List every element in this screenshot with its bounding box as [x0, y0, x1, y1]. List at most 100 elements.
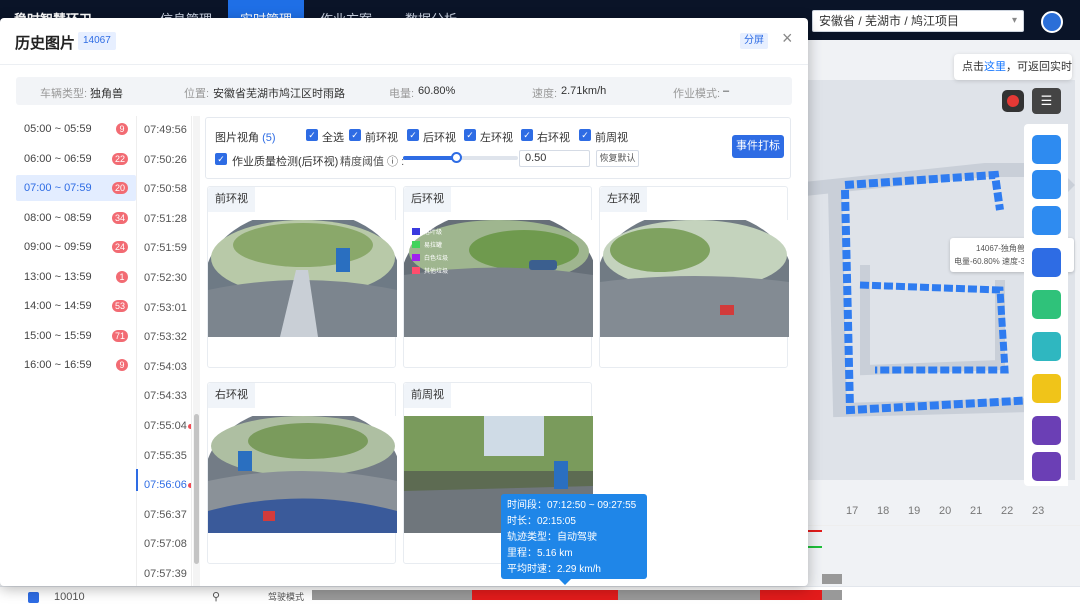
globe-icon[interactable]	[1032, 452, 1061, 481]
reset-default-button[interactable]: 恢复默认	[596, 150, 639, 167]
timestamp-item[interactable]: 07:51:59	[144, 242, 187, 254]
split-screen-button[interactable]: 分屏	[740, 33, 768, 49]
timestamp-item[interactable]: 07:57:39	[144, 568, 187, 580]
timestamp-item[interactable]: 07:55:35	[144, 450, 187, 462]
text-tool-icon[interactable]	[1032, 290, 1061, 319]
vehicle-card-icon[interactable]	[1032, 135, 1061, 164]
hour-range-item[interactable]: 05:00 ~ 05:59 9	[16, 116, 136, 142]
timestamp-item[interactable]: 07:50:58	[144, 183, 187, 195]
timestamp-label: 07:49:56	[144, 124, 187, 136]
close-icon[interactable]: ×	[782, 28, 793, 49]
fisheye-image-left[interactable]	[600, 220, 789, 337]
timestamp-item[interactable]: 07:54:03	[144, 361, 187, 373]
phone-icon[interactable]	[1032, 332, 1061, 361]
fisheye-image-front[interactable]	[208, 220, 397, 337]
hour-range-label: 14:00 ~ 14:59	[24, 300, 92, 312]
row-checkbox[interactable]	[28, 592, 39, 603]
user-avatar[interactable]	[1041, 11, 1063, 33]
hour-range-item[interactable]: 15:00 ~ 15:59 71	[16, 323, 136, 349]
region-selector[interactable]: 安徽省 / 芜湖市 / 鸠江项目 ▾	[812, 10, 1024, 32]
precision-slider-handle[interactable]	[450, 152, 462, 163]
settings-slider-icon[interactable]: ☰	[1032, 88, 1061, 114]
image-card-front[interactable]: 前环视	[207, 186, 397, 368]
history-images-dialog: 历史图片 14067 分屏 × 车辆类型: 独角兽 位置: 安徽省芜湖市鸠江区时…	[0, 18, 808, 586]
timeline-hour-scale: 17 18 19 20 21 22 23	[808, 500, 1080, 520]
realtime-return-hint: 点击这里，可返回实时	[954, 54, 1072, 80]
precision-threshold-input[interactable]: 0.50	[519, 150, 590, 167]
view-front-checkbox[interactable]: ✓	[349, 129, 361, 141]
image-card-rear[interactable]: 后环视 落叶级 易拉罐 白色垃圾 其他垃圾	[403, 186, 593, 368]
location-pin-icon[interactable]	[1032, 206, 1061, 235]
hour-range-item[interactable]: 07:00 ~ 07:59 20	[16, 175, 136, 201]
view-left-checkbox[interactable]: ✓	[464, 129, 476, 141]
timestamp-item[interactable]: 07:51:28	[144, 213, 187, 225]
target-icon[interactable]	[1032, 416, 1061, 445]
timestamp-label: 07:54:33	[144, 390, 187, 403]
quality-check-checkbox[interactable]: ✓	[215, 153, 227, 165]
hour-range-item[interactable]: 13:00 ~ 13:59 1	[16, 264, 136, 290]
timestamp-item[interactable]: 07:53:32	[144, 331, 187, 343]
view-rear-checkbox[interactable]: ✓	[407, 129, 419, 141]
hour-range-item[interactable]: 06:00 ~ 06:59 22	[16, 146, 136, 172]
timestamp-item[interactable]: 07:56:06	[144, 479, 191, 492]
work-mode-label: 作业模式:	[673, 88, 721, 100]
event-tag-button[interactable]: 事件打标	[732, 135, 784, 158]
chevron-down-icon: ▾	[1011, 15, 1017, 26]
person-walking-icon[interactable]	[1032, 170, 1061, 199]
image-count-badge: 9	[116, 359, 128, 371]
timestamp-label: 07:52:30	[144, 272, 187, 284]
drive-mode-segment-auto[interactable]	[760, 590, 822, 600]
view-front-peripheral-label: 前周视	[595, 132, 628, 144]
hour-range-item[interactable]: 09:00 ~ 09:59 24	[16, 234, 136, 260]
record-button[interactable]	[1002, 90, 1024, 112]
location-label: 位置:	[184, 88, 210, 100]
timeline-marker-red	[808, 530, 822, 532]
timestamp-scrollbar[interactable]	[193, 116, 200, 586]
view-front-peripheral-checkbox[interactable]: ✓	[579, 129, 591, 141]
hour-range-list: 05:00 ~ 05:59 9 06:00 ~ 06:59 22 07:00 ~ 07:…	[16, 116, 136, 586]
timestamp-label: 07:57:39	[144, 568, 187, 580]
timestamp-item[interactable]: 07:56:37	[144, 509, 187, 521]
legend-item: 落叶级	[424, 230, 443, 236]
image-count-badge: 9	[116, 123, 128, 135]
bottom-vehicle-id: 10010	[54, 591, 85, 603]
speed-value: 2.71km/h	[561, 85, 607, 97]
unread-dot	[187, 424, 191, 429]
image-card-label: 前环视	[208, 187, 255, 212]
fisheye-image-right[interactable]	[208, 416, 397, 533]
hour-range-label: 13:00 ~ 13:59	[24, 270, 92, 283]
hour-range-item[interactable]: 08:00 ~ 08:59 34	[16, 205, 136, 231]
image-card-label: 左环视	[600, 187, 647, 212]
timestamp-item[interactable]: 07:57:08	[144, 538, 187, 550]
hour-range-item[interactable]: 16:00 ~ 16:59 9	[16, 352, 136, 378]
timestamp-item[interactable]: 07:53:01	[144, 302, 187, 314]
image-count-badge: 34	[111, 211, 128, 224]
timestamp-item[interactable]: 07:49:56	[144, 124, 187, 136]
fullscreen-icon[interactable]	[1032, 374, 1061, 403]
hint-prefix: 点击	[962, 61, 984, 73]
timestamp-item[interactable]: 07:52:30	[144, 272, 187, 284]
fisheye-image-rear[interactable]: 落叶级 易拉罐 白色垃圾 其他垃圾	[404, 220, 593, 337]
selected-time-indicator	[136, 469, 138, 491]
timestamp-item[interactable]: 07:55:04	[144, 420, 191, 432]
timestamp-label: 07:55:35	[144, 449, 187, 462]
image-filter-panel	[205, 117, 791, 179]
view-right-checkbox[interactable]: ✓	[521, 129, 533, 141]
timestamp-label: 07:56:06	[144, 479, 187, 492]
image-count-badge: 24	[111, 241, 128, 253]
location-pin-icon: ⚲	[212, 591, 221, 603]
image-card-right[interactable]: 右环视	[207, 382, 397, 564]
image-card-left[interactable]: 左环视	[599, 186, 789, 368]
hour-range-item[interactable]: 14:00 ~ 14:59 53	[16, 293, 136, 319]
return-realtime-link[interactable]: 这里	[984, 61, 1006, 73]
drive-mode-label: 驾驶模式	[268, 592, 305, 602]
tooltip-duration: 时长：02:15:05	[507, 516, 576, 527]
scrollbar-thumb[interactable]	[194, 414, 199, 564]
timestamp-item[interactable]: 07:54:33	[144, 390, 187, 402]
ai-search-icon[interactable]	[1032, 248, 1061, 277]
timestamp-item[interactable]: 07:50:26	[144, 154, 187, 166]
timeline-segment-gray	[822, 574, 842, 584]
drive-mode-segment-auto[interactable]	[472, 590, 618, 600]
select-all-checkbox[interactable]: ✓	[306, 129, 318, 141]
unread-dot	[187, 483, 191, 489]
